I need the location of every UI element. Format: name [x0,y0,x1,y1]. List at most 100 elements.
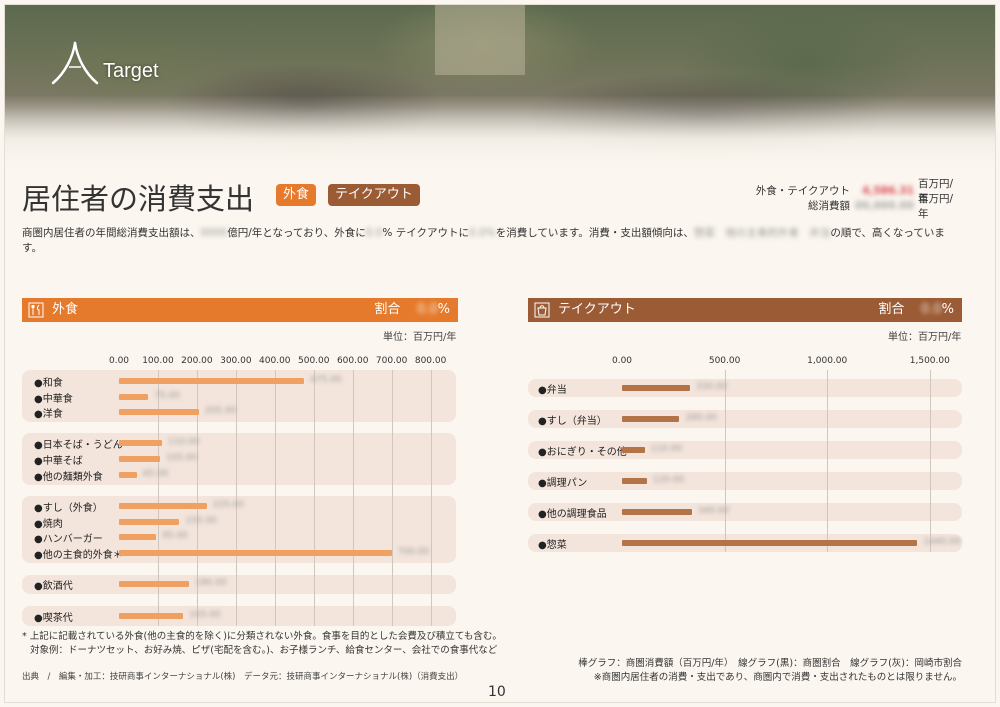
dine-out-share: 割合 0.0% [374,298,450,322]
intro-text: 億円/年となっており、外食に [227,227,366,239]
takeout-bar-value: 110.00 [650,444,683,454]
takeout-panel-header: テイクアウト 割合 0.0% [528,298,962,322]
fork-knife-icon [28,302,44,318]
summary-unit: 百万円/年 [918,192,954,220]
takeout-tag: テイクアウト [328,184,420,206]
spending-summary: 外食・テイクアウト 4,586.31 百万円/年 総消費額 00,000.00 … [730,178,960,220]
takeout-bar-value: 330.00 [695,382,728,392]
dine-out-category-label: ●中華食 [34,394,73,405]
footnote-line: * 上記に記載されている外食(他の主食的を除く)に分類されない外食。食事を目的と… [22,631,502,642]
takeout-gridline [724,370,726,552]
dine-out-x-tick-label: 100.00 [142,356,174,366]
summary-value: 4,586.31 [862,184,914,197]
dine-out-panel-header: 外食 割合 0.0% [22,298,458,322]
summary-row-total: 総消費額 00,000.00 百万円/年 [730,193,960,220]
dine-out-bar-value: 105.00 [165,453,198,463]
person-icon [51,41,99,85]
dine-out-bar-value: 45.00 [142,469,169,479]
takeout-x-tick-label: 0.00 [611,356,633,366]
takeout-category-label: ●調理パン [538,478,588,489]
takeout-category-label: ●おにぎり・その他 [538,447,627,458]
intro-text: を消費しています。消費・支出額傾向は、 [495,227,694,239]
intro-text: % テイクアウトに [382,227,470,239]
dine-out-category-label: ●中華そば [34,456,83,467]
building-silhouette [435,5,525,75]
dine-out-x-tick-label: 200.00 [181,356,213,366]
share-unit: % [941,302,954,317]
redacted-value: 0000 [200,227,228,239]
takeout-gridline [827,370,829,552]
target-logo: Target [49,39,159,87]
takeout-group-background [528,472,962,490]
dine-out-bar-value: 225.00 [212,500,245,510]
dine-out-category-label: ●飲酒代 [34,581,73,592]
dine-out-gridline [430,370,432,626]
dine-out-bar [119,550,392,556]
takeout-bar-value: 280.00 [685,413,717,423]
chart-legend-note: 棒グラフ：商圏消費額（百万円/年） 線グラフ(黒)：商圏割合 線グラフ(灰)：岡… [578,657,962,685]
takeout-unit-note: 単位：百万円/年 [888,332,962,343]
summary-value: 00,000.00 [854,199,914,212]
dine-out-bar [119,503,207,509]
share-value: 0.0 [920,302,942,317]
takeout-bar [622,416,680,422]
dine-out-bar [119,440,162,446]
dine-out-x-tick-label: 300.00 [220,356,252,366]
dine-out-bar [119,456,160,462]
takeout-bar [622,478,647,484]
dine-out-bar-value: 165.00 [189,610,221,620]
share-label: 割合 [878,302,905,317]
intro-text: 商圏内居住者の年間総消費支出額は、 [22,227,201,239]
crowd-banner-image [5,5,995,175]
dine-out-tag: 外食 [276,184,317,206]
footnote-line: 対象例：ドーナツセット、お好み焼、ピザ(宅配を含む。)、お子様ランチ、給食センタ… [30,645,498,656]
dine-out-bar-value: 475.00 [310,375,342,385]
takeout-gridline [929,370,931,552]
dine-out-bar-value: 180.00 [195,578,227,588]
takeout-category-label: ●弁当 [538,385,567,396]
dine-out-bar [119,519,180,525]
summary-label: 外食・テイクアウト [755,185,850,197]
redacted-value: 惣菜 他の主食的外食 弁当 [693,227,831,239]
dine-out-bar [119,409,199,415]
takeout-bar [622,540,918,546]
takeout-category-label: ●他の調理食品 [538,509,607,520]
dine-out-category-label: ●すし（外食） [34,503,103,514]
dine-out-category-label: ●喫茶代 [34,613,73,624]
summary-label: 総消費額 [808,200,850,212]
takeout-bar-value: 340.00 [697,506,730,516]
legend-line: 棒グラフ：商圏消費額（百万円/年） 線グラフ(黒)：商圏割合 線グラフ(灰)：岡… [578,658,962,669]
takeout-share: 割合 0.0% [878,298,954,322]
takeout-x-tick-label: 1,000.00 [807,356,848,366]
dine-out-category-label: ●日本そば・うどん [34,440,123,451]
dine-out-x-tick-label: 0.00 [108,356,130,366]
dine-out-bar-value: 110.00 [167,437,200,447]
takeout-heading: テイクアウト [558,302,636,317]
dine-out-x-tick-label: 400.00 [259,356,291,366]
footnote: * 上記に記載されている外食(他の主食的を除く)に分類されない外食。食事を目的と… [22,630,502,658]
dine-out-bar-value: 205.00 [204,406,237,416]
dine-out-x-tick-label: 500.00 [298,356,330,366]
takeout-category-label: ●惣菜 [538,540,567,551]
share-unit: % [437,302,450,317]
target-logo-text: Target [103,60,159,82]
dine-out-x-tick-label: 600.00 [336,356,369,366]
dine-out-category-label: ●洋食 [34,409,63,420]
share-value: 0.0 [416,302,438,317]
takeout-bar [622,447,645,453]
dine-out-category-label: ●焼肉 [34,519,63,530]
dine-out-bar-value: 75.00 [154,391,180,401]
dine-out-bar-value: 700.00 [397,547,430,557]
dine-out-category-label: ●他の麺類外食 [34,472,103,483]
dine-out-bar [119,613,184,619]
takeout-bag-icon [534,302,550,318]
dine-out-bar [119,534,156,540]
page-title: 居住者の消費支出 [22,182,255,216]
dine-out-category-label: ●他の主食的外食＊ [34,550,123,561]
takeout-category-label: ●すし（弁当） [538,416,607,427]
dine-out-bar [119,472,137,478]
dine-out-gridline [391,370,393,626]
dine-out-gridline [313,370,315,626]
dine-out-heading: 外食 [52,302,79,317]
dine-out-bar [119,394,149,400]
